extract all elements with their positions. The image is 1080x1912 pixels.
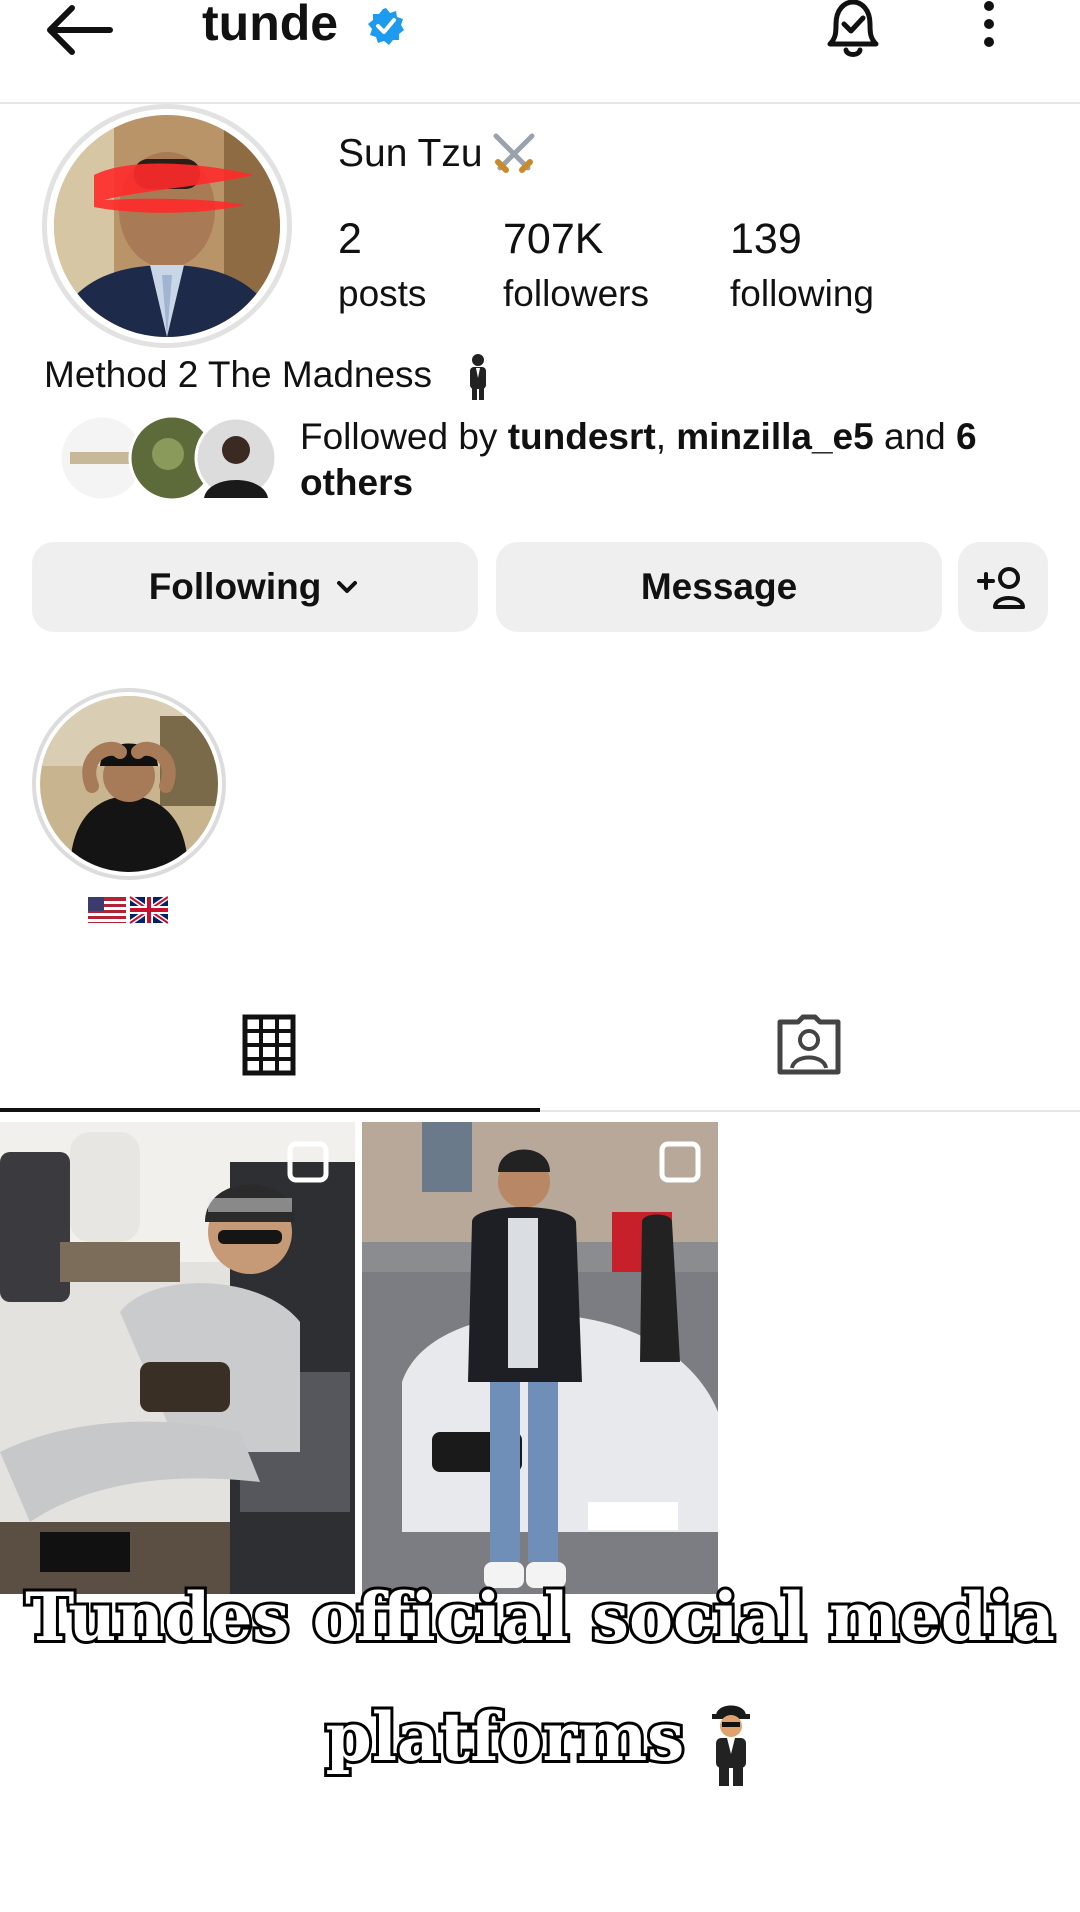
overlay-caption-line-2: platforms: [0, 1695, 1080, 1788]
followed-by-and: and: [873, 416, 957, 457]
us-uk-flags-icon: [88, 894, 168, 926]
avatar-photo: [54, 115, 280, 337]
bio-text: Method 2 The Madness: [44, 354, 433, 395]
following-button[interactable]: Following: [32, 542, 478, 632]
display-name: Sun Tzu: [338, 132, 483, 175]
crossed-swords-icon: [493, 133, 535, 173]
following-stat[interactable]: 139 following: [730, 214, 874, 324]
mutual-followers-avatars[interactable]: [58, 414, 278, 504]
chevron-down-icon: [337, 581, 358, 593]
tagged-icon: [777, 1014, 841, 1075]
followers-count: 707K: [503, 215, 604, 263]
top-bar: tunde: [0, 0, 1080, 104]
grid-icon: [242, 1014, 296, 1076]
verified-badge-icon: [368, 8, 404, 45]
back-arrow-icon[interactable]: [40, 0, 120, 60]
posts-label: posts: [338, 273, 427, 314]
overlay-caption-line-1: Tundes official social media: [22, 1575, 1058, 1659]
add-person-icon: [977, 567, 1025, 609]
notification-bell-icon[interactable]: [822, 0, 884, 60]
message-button[interactable]: Message: [496, 542, 942, 632]
posts-stat[interactable]: 2 posts: [338, 214, 426, 324]
posts-count: 2: [338, 215, 362, 263]
overlay-caption-text: platforms: [323, 1695, 688, 1779]
highlight-cover-photo: [40, 696, 218, 872]
profile-username: tunde: [202, 0, 339, 51]
following-button-label: Following: [148, 566, 322, 607]
message-button-label: Message: [640, 566, 798, 607]
post-thumbnail[interactable]: [0, 1122, 355, 1594]
followers-stat[interactable]: 707K followers: [503, 214, 649, 324]
followed-by-prefix: Followed by: [300, 416, 508, 457]
following-label: following: [730, 273, 874, 314]
mutual-user-2[interactable]: minzilla_e5: [676, 416, 873, 457]
following-count: 139: [730, 215, 802, 263]
person-in-suit-icon: [470, 354, 486, 400]
followed-by-separator: ,: [655, 416, 677, 457]
post-thumbnail[interactable]: [362, 1122, 718, 1594]
followers-label: followers: [503, 273, 649, 314]
story-highlight[interactable]: [32, 688, 226, 880]
followed-by-text[interactable]: Followed by tundesrt, minzilla_e5 and 6 …: [300, 414, 1020, 506]
more-options-icon[interactable]: [972, 0, 1006, 52]
tab-posts-grid[interactable]: [0, 1000, 540, 1112]
person-in-suit-icon: [712, 1705, 751, 1786]
profile-avatar[interactable]: [42, 104, 292, 348]
tab-tagged[interactable]: [540, 1000, 1080, 1112]
suggest-people-button[interactable]: [958, 542, 1048, 632]
mutual-user-1[interactable]: tundesrt: [508, 416, 656, 457]
